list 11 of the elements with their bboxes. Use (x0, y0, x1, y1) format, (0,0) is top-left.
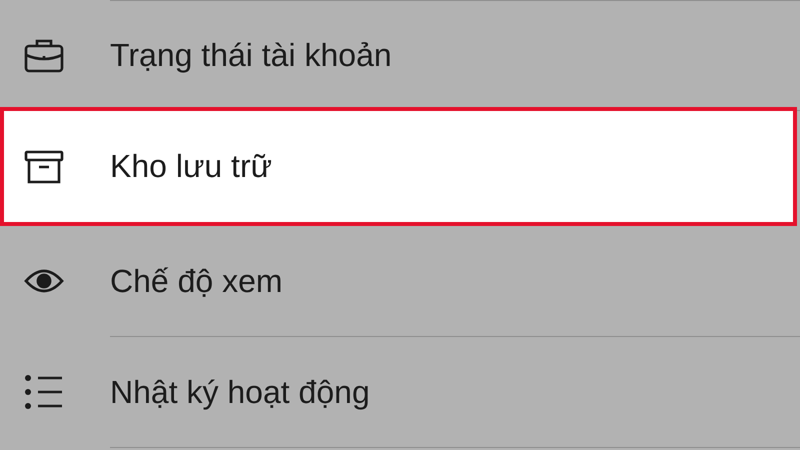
menu-label: Nhật ký hoạt động (110, 374, 370, 410)
menu-label: Chế độ xem (110, 262, 283, 300)
menu-item[interactable]: Chế độ xem (0, 226, 800, 337)
list-icon (24, 374, 64, 410)
menu-item[interactable]: Nhật ký hoạt động (0, 337, 800, 448)
box-icon (24, 150, 64, 184)
eye-icon (24, 267, 64, 295)
menu-label: Kho lưu trữ (110, 148, 272, 185)
menu-label: Trạng thái tài khoản (110, 36, 392, 74)
briefcase-icon (24, 37, 64, 73)
menu-item[interactable]: Kho lưu trữ (0, 107, 797, 226)
